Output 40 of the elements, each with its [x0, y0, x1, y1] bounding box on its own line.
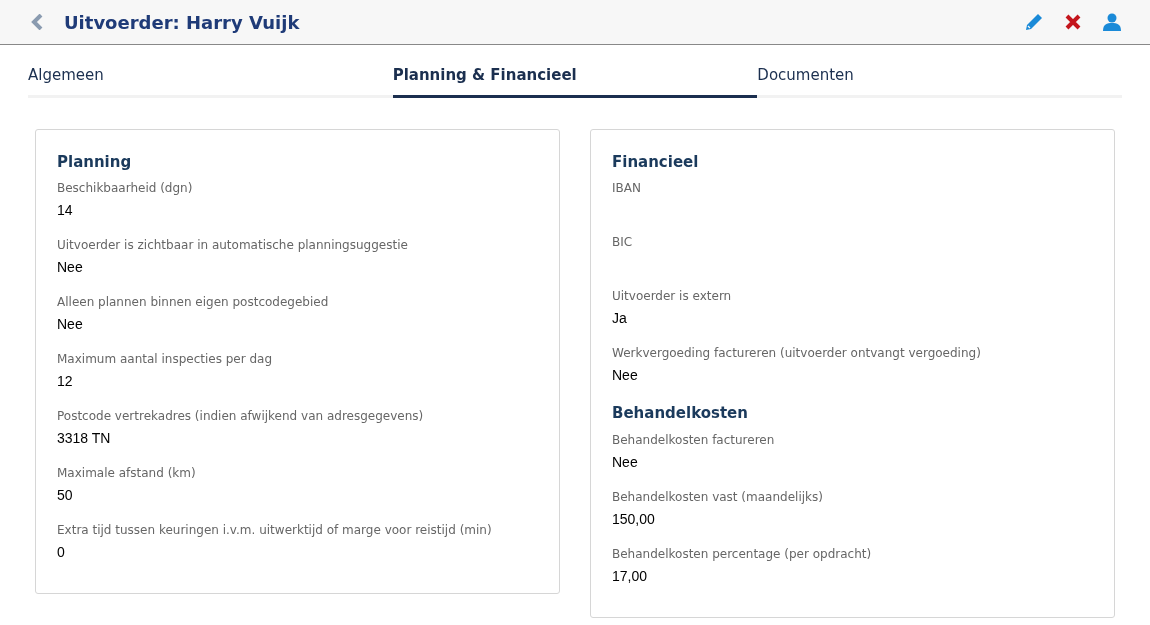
field-value: 3318 TN	[57, 430, 111, 446]
field-value: 17,00	[612, 567, 648, 584]
field-value: Nee	[57, 259, 83, 275]
field-value: Nee	[57, 316, 83, 332]
field-value: Nee	[612, 453, 638, 470]
user-icon	[1103, 13, 1121, 31]
field-label: IBAN	[612, 180, 642, 196]
field-label: Behandelkosten vast (maandelijks)	[612, 488, 824, 505]
chevron-left-icon	[31, 14, 43, 30]
window-title: Uitvoerder: Harry Vuijk	[64, 10, 300, 35]
field-label: BIC	[612, 234, 634, 250]
field-label: Behandelkosten factureren	[612, 431, 776, 448]
field-value: Ja	[612, 310, 627, 326]
user-button[interactable]	[1102, 12, 1122, 32]
field-label: Beschikbaarheid (dgn)	[57, 180, 194, 196]
field-label: Maximum aantal inspecties per dag	[57, 351, 274, 367]
field-label: Werkvergoeding factureren (uitvoerder ontvangt vergoeding)	[612, 345, 982, 361]
tab[interactable]: Planning & Financieel	[392, 64, 758, 98]
section-title: Financieel	[612, 151, 700, 173]
tab[interactable]: Documenten	[757, 64, 1122, 98]
edit-button[interactable]	[1024, 12, 1044, 32]
field-value: 50	[57, 487, 73, 503]
field-value: Nee	[612, 367, 638, 383]
delete-button[interactable]	[1064, 13, 1082, 31]
section-title: Planning	[57, 151, 133, 173]
field-label: Postcode vertrekadres (indien afwijkend van adresgegevens)	[57, 408, 425, 424]
field-label: Uitvoerder is extern	[612, 288, 733, 304]
field-value: 150,00	[612, 510, 655, 527]
field-label: Uitvoerder is zichtbaar in automatische planningsuggestie	[57, 237, 409, 253]
field-label: Alleen plannen binnen eigen postcodegebied	[57, 294, 330, 310]
field-value: 14	[57, 202, 73, 218]
close-icon	[1065, 14, 1081, 30]
section-title: Behandelkosten	[612, 403, 749, 424]
field-label: Behandelkosten percentage (per opdracht)	[612, 545, 873, 562]
field-value: 0	[57, 544, 65, 560]
field-label: Extra tijd tussen keuringen i.v.m. uitwerktijd of marge voor reistijd (min)	[57, 522, 493, 538]
pencil-icon	[1024, 12, 1044, 32]
field-value: 12	[57, 373, 73, 389]
tab[interactable]: Algemeen	[28, 64, 393, 98]
field-label: Maximale afstand (km)	[57, 465, 197, 481]
